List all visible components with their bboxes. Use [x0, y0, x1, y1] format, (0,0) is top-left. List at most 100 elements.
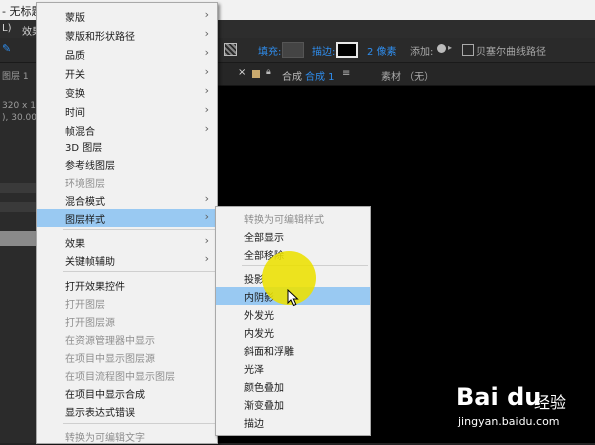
submenu-arrow-icon: ›: [204, 65, 209, 78]
menu-item-label: 开关: [65, 70, 85, 81]
submenu-item-stroke[interactable]: 描边: [216, 413, 370, 431]
menu-item-label: 描边: [244, 419, 264, 430]
submenu-arrow-icon: ›: [204, 84, 209, 97]
stroke-swatch[interactable]: [336, 42, 358, 58]
menu-item-reveal-in-flowchart: 在项目流程图中显示图层: [37, 366, 217, 384]
menu-item-label: 混合模式: [65, 197, 105, 208]
submenu-item-satin[interactable]: 光泽: [216, 359, 370, 377]
panel-divider: [0, 202, 36, 212]
stroke-label[interactable]: 描边:: [312, 43, 335, 58]
layer-tab[interactable]: 图层 1: [2, 69, 29, 82]
submenu-arrow-icon: ›: [204, 192, 209, 205]
menu-item-label: 打开效果控件: [65, 282, 125, 293]
menu-item-layer-styles[interactable]: 图层样式 ›: [37, 209, 217, 227]
submenu-arrow-icon: ›: [204, 103, 209, 116]
menu-separator: [63, 229, 215, 230]
menu-item-open-layer: 打开图层: [37, 294, 217, 312]
watermark-url: jingyan.baidu.com: [458, 415, 560, 428]
menu-item-show-expression-errors[interactable]: 显示表达式错误: [37, 402, 217, 420]
menu-separator: [63, 271, 215, 272]
menu-item-time[interactable]: 时间 ›: [37, 102, 217, 120]
watermark-brand: 经验: [534, 393, 567, 412]
menu-item-open-layer-source: 打开图层源: [37, 312, 217, 330]
menu-item-reveal-layer-source: 在项目中显示图层源: [37, 348, 217, 366]
menu-item-reveal-in-explorer: 在资源管理器中显示: [37, 330, 217, 348]
mouse-pointer-icon: [287, 289, 299, 307]
menu-item-transform[interactable]: 变换 ›: [37, 83, 217, 101]
layer-styles-submenu: 转换为可编辑样式 全部显示 全部移除 投影 内阴影 外发光 内发光 斜面和浮雕 …: [215, 206, 371, 436]
comp-label: 合成: [282, 72, 302, 83]
menu-item-label: 在项目流程图中显示图层: [65, 372, 175, 383]
submenu-item-convert-editable-styles: 转换为可编辑样式: [216, 209, 370, 227]
tab-menu-icon[interactable]: ≡: [342, 68, 350, 79]
panel-divider: [0, 183, 36, 193]
menu-item-label: 变换: [65, 89, 85, 100]
menu-item-label: 光泽: [244, 365, 264, 376]
fill-label[interactable]: 填充:: [258, 43, 281, 58]
menu-item-label: 斜面和浮雕: [244, 347, 294, 358]
menu-item-label: 内发光: [244, 329, 274, 340]
submenu-item-show-all[interactable]: 全部显示: [216, 227, 370, 245]
menu-item-label: 渐变叠加: [244, 401, 284, 412]
submenu-item-gradient-overlay[interactable]: 渐变叠加: [216, 395, 370, 413]
menu-item-keyframe-assistant[interactable]: 关键帧辅助 ›: [37, 251, 217, 269]
add-option-icon[interactable]: [437, 44, 446, 53]
mask-grid-icon[interactable]: [224, 43, 237, 56]
menu-item-label: 帧混合: [65, 127, 95, 138]
menu-item-mask[interactable]: 蒙版 ›: [37, 7, 217, 25]
close-icon[interactable]: ×: [238, 67, 246, 78]
menu-item-effect[interactable]: 效果 ›: [37, 233, 217, 251]
menu-item-label: 蒙版和形状路径: [65, 32, 135, 43]
menu-item-label: 外发光: [244, 311, 274, 322]
watermark-logo: Bai du: [456, 383, 542, 411]
submenu-arrow-icon: ›: [204, 8, 209, 21]
submenu-item-inner-glow[interactable]: 内发光: [216, 323, 370, 341]
menu-item-label: 蒙版: [65, 13, 85, 24]
menu-item-label: 转换为可编辑文字: [65, 433, 145, 444]
baidu-watermark: Bai du 经验 jingyan.baidu.com: [452, 383, 592, 441]
menu-item-label: 效果: [65, 239, 85, 250]
submenu-arrow-icon: ›: [204, 252, 209, 265]
menu-item-label: 颜色叠加: [244, 383, 284, 394]
submenu-arrow-icon: ›: [204, 122, 209, 135]
lock-icon[interactable]: 🔒︎: [266, 67, 271, 77]
menu-item-blend-mode[interactable]: 混合模式 ›: [37, 191, 217, 209]
menu-item-quality[interactable]: 品质 ›: [37, 45, 217, 63]
menu-item-label: 投影: [244, 275, 264, 286]
menu-item-environment-layer: 环境图层: [37, 173, 217, 191]
layer-context-menu: 蒙版 › 蒙版和形状路径 › 品质 › 开关 › 变换 › 时间 › 帧混合 › 3D 图层 …: [36, 2, 218, 444]
menu-item-label: 关键帧辅助: [65, 257, 115, 268]
menu-item-reveal-comp[interactable]: 在项目中显示合成: [37, 384, 217, 402]
menu-item-label: 品质: [65, 51, 85, 62]
bezier-checkbox[interactable]: [462, 44, 474, 56]
menu-item-label: 显示表达式错误: [65, 408, 135, 419]
selected-layer-row[interactable]: [0, 231, 36, 246]
menu-item-switches[interactable]: 开关 ›: [37, 64, 217, 82]
menu-item-label: 全部显示: [244, 233, 284, 244]
stroke-width-value[interactable]: 2 像素: [367, 43, 397, 58]
menu-item-mask-shape-path[interactable]: 蒙版和形状路径 ›: [37, 26, 217, 44]
add-label: 添加:: [410, 47, 434, 58]
menu-item-label: 3D 图层: [65, 143, 103, 154]
submenu-arrow-icon: ›: [204, 234, 209, 247]
comp-name-tab[interactable]: 合成 1: [305, 68, 335, 83]
menu-item-label: 时间: [65, 108, 85, 119]
menu-item-open-effect-controls[interactable]: 打开效果控件: [37, 276, 217, 294]
submenu-arrow-icon: ›: [204, 210, 209, 223]
menu-item-convert-editable-text: 转换为可编辑文字: [37, 427, 217, 445]
menu-item-3d-layer[interactable]: 3D 图层: [37, 137, 217, 155]
submenu-item-color-overlay[interactable]: 颜色叠加: [216, 377, 370, 395]
menu-item-partial[interactable]: L): [2, 23, 11, 34]
menu-item-label: 图层样式: [65, 215, 105, 226]
fill-swatch[interactable]: [282, 42, 304, 58]
bezier-label: 贝塞尔曲线路径: [476, 47, 546, 58]
menu-item-label: 打开图层: [65, 300, 105, 311]
submenu-arrow-icon: ›: [204, 27, 209, 40]
submenu-item-bevel-emboss[interactable]: 斜面和浮雕: [216, 341, 370, 359]
menu-item-guide-layer[interactable]: 参考线图层: [37, 155, 217, 173]
dropdown-icon[interactable]: ▸: [448, 43, 452, 52]
menu-item-label: 参考线图层: [65, 161, 115, 172]
pen-tool-icon[interactable]: ✎: [2, 42, 11, 55]
footage-label: 素材 （无）: [381, 72, 435, 83]
submenu-item-outer-glow[interactable]: 外发光: [216, 305, 370, 323]
